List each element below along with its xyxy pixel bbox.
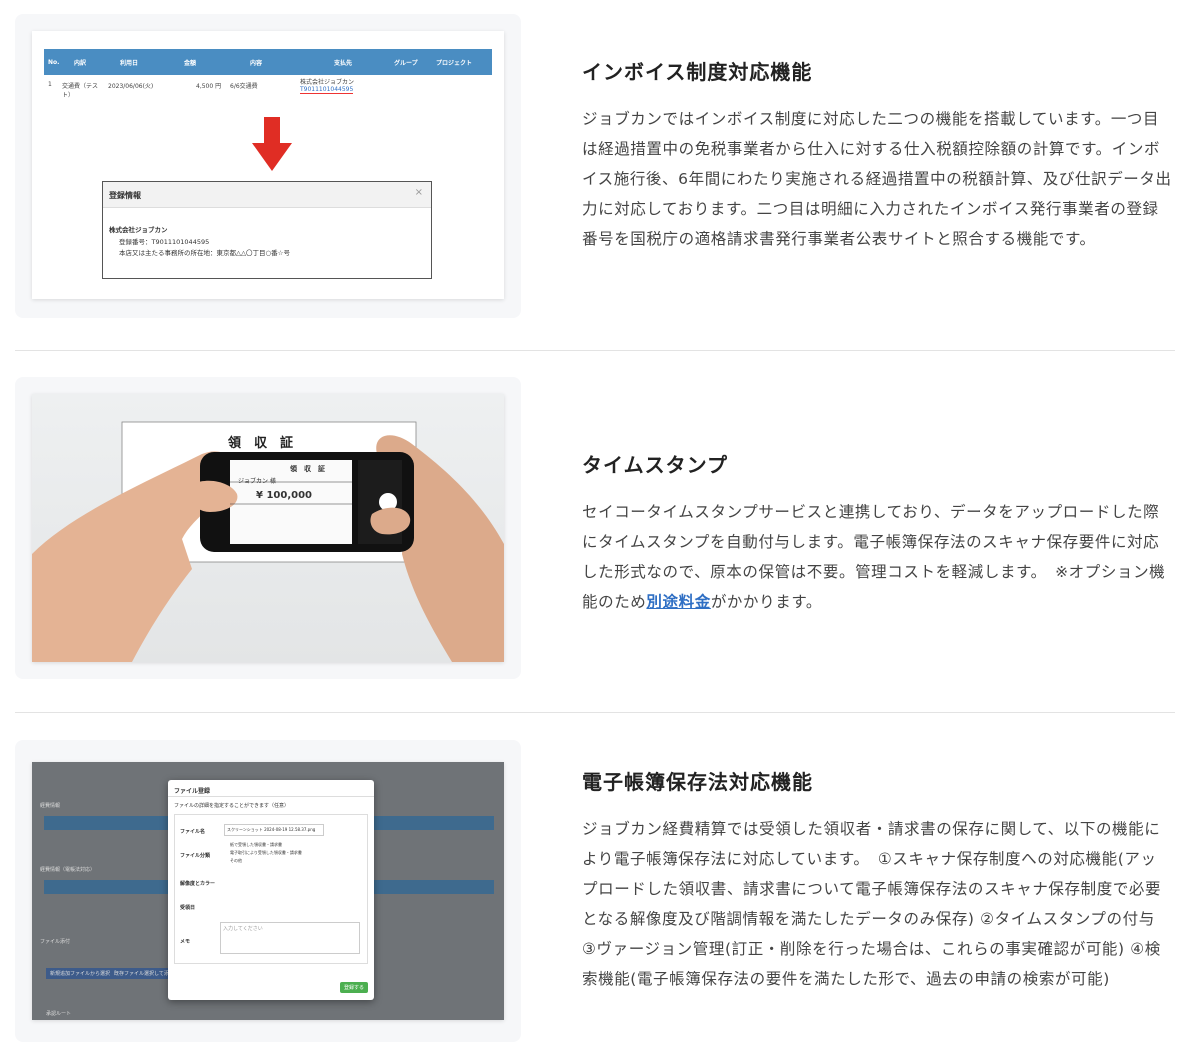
modal-title: ファイル登録 <box>174 788 211 795</box>
file-name-label: ファイル名 <box>180 829 206 835</box>
col-content: 内容 <box>250 59 263 67</box>
address: 本店又は主たる事務所の所在地：東京都△△〇丁目○番☆号 <box>119 249 290 257</box>
phone-receipt-amount: ¥ 100,000 <box>256 490 312 501</box>
bg-button-add[interactable]: 新規追加ファイルから選択 <box>46 968 115 979</box>
timestamp-screenshot-card: 領 収 証 領 収 証 ジョブカン 様 ¥ 100,000 <box>15 377 521 679</box>
file-register-modal: ファイル登録 ファイルの詳細を指定することができます（任意） ファイル名 スクリ… <box>168 780 374 1000</box>
body-text-end: がかかります。 <box>710 593 822 611</box>
invoice-screenshot-card: No. 内訳 利用日 金額 内容 支払先 グループ プロジェクト 1 交通費（テ… <box>15 14 521 318</box>
file-name-input[interactable]: スクリーンショット 2024-08-19 12.58.37.png <box>224 824 324 836</box>
divider <box>15 350 1175 351</box>
row-date: 2023/06/06(火) <box>108 83 154 90</box>
extra-fee-link[interactable]: 別途料金 <box>646 593 710 611</box>
section-body: ジョブカン経費精算では受領した領収者・請求書の保存に関して、以下の機能により電子… <box>582 820 1162 988</box>
modal-subtitle: ファイルの詳細を指定することができます（任意） <box>174 803 290 809</box>
row-amount: 4,500 円 <box>196 83 222 90</box>
col-project: プロジェクト <box>436 59 473 67</box>
section-ebook-law: 経費情報 経費情報（電帳法対応） ファイル添付 新規追加ファイルから選択 既存フ… <box>15 740 1175 1042</box>
bg-label-route: 承認ルート <box>46 1011 72 1017</box>
ebook-screenshot: 経費情報 経費情報（電帳法対応） ファイル添付 新規追加ファイルから選択 既存フ… <box>32 762 504 1020</box>
modal-divider <box>168 796 374 797</box>
submit-button[interactable]: 登録する <box>340 982 369 993</box>
col-amount: 金額 <box>184 59 197 67</box>
memo-label: メモ <box>180 939 191 945</box>
paper-title: 領 収 証 <box>228 436 294 451</box>
section-title: タイムスタンプ <box>582 453 728 477</box>
section-title: 電子帳簿保存法対応機能 <box>582 770 813 794</box>
divider <box>15 712 1175 713</box>
phone-receipt-to: ジョブカン 様 <box>238 478 276 485</box>
date-label: 受領日 <box>180 905 196 911</box>
row-reg-link[interactable]: T9011101044595 <box>300 86 354 94</box>
file-type-label: ファイル分類 <box>180 853 211 859</box>
bg-label-attach: ファイル添付 <box>40 939 71 945</box>
invoice-screenshot: No. 内訳 利用日 金額 内容 支払先 グループ プロジェクト 1 交通費（テ… <box>32 31 504 299</box>
file-type-radio-1[interactable]: 紙で受領した領収書・請求書 <box>230 842 282 848</box>
memo-textarea[interactable]: 入力してください <box>220 922 360 954</box>
section-title: インボイス制度対応機能 <box>582 60 813 84</box>
close-icon[interactable]: × <box>415 187 423 198</box>
col-group: グループ <box>394 59 418 67</box>
row-payee: 株式会社ジョブカン <box>300 79 355 86</box>
col-no: No. <box>48 58 60 66</box>
dialog-title: 登録情報 <box>103 182 431 208</box>
company-name: 株式会社ジョブカン <box>109 226 168 234</box>
table-header: No. 内訳 利用日 金額 内容 支払先 グループ プロジェクト <box>44 49 492 75</box>
ebook-screenshot-card: 経費情報 経費情報（電帳法対応） ファイル添付 新規追加ファイルから選択 既存フ… <box>15 740 521 1042</box>
down-arrow-icon <box>252 117 292 171</box>
section-timestamp: 領 収 証 領 収 証 ジョブカン 様 ¥ 100,000 タイムスタンプ セイ… <box>15 377 1175 679</box>
section-invoice: No. 内訳 利用日 金額 内容 支払先 グループ プロジェクト 1 交通費（テ… <box>15 14 1175 318</box>
row-breakdown: 交通費（テスト） <box>62 83 99 99</box>
file-type-radio-2[interactable]: 電子取引により受領した領収書・請求書 <box>230 850 302 856</box>
registration-dialog: 登録情報 × 株式会社ジョブカン 登録番号：T9011101044595 本店又… <box>102 181 432 279</box>
bg-label-ebook: 経費情報（電帳法対応） <box>40 867 96 873</box>
resolution-label: 解像度とカラー <box>180 881 216 887</box>
reg-number: 登録番号：T9011101044595 <box>119 238 210 246</box>
bg-label-expense: 経費情報 <box>40 803 61 809</box>
table-row: 1 <box>48 81 52 88</box>
timestamp-photo: 領 収 証 領 収 証 ジョブカン 様 ¥ 100,000 <box>32 394 504 662</box>
file-type-radio-3[interactable]: その他 <box>230 858 242 864</box>
col-breakdown: 内訳 <box>74 59 87 67</box>
section-body: ジョブカンではインボイス制度に対応した二つの機能を搭載しています。一つ目は経過措… <box>582 110 1172 248</box>
phone-receipt-title: 領 収 証 <box>290 465 325 473</box>
col-payee: 支払先 <box>334 59 353 67</box>
col-date: 利用日 <box>120 59 139 67</box>
section-body: セイコータイムスタンプサービスと連携しており、データをアップロードした際にタイム… <box>582 497 1172 617</box>
row-content: 6/6交通費 <box>230 83 258 90</box>
